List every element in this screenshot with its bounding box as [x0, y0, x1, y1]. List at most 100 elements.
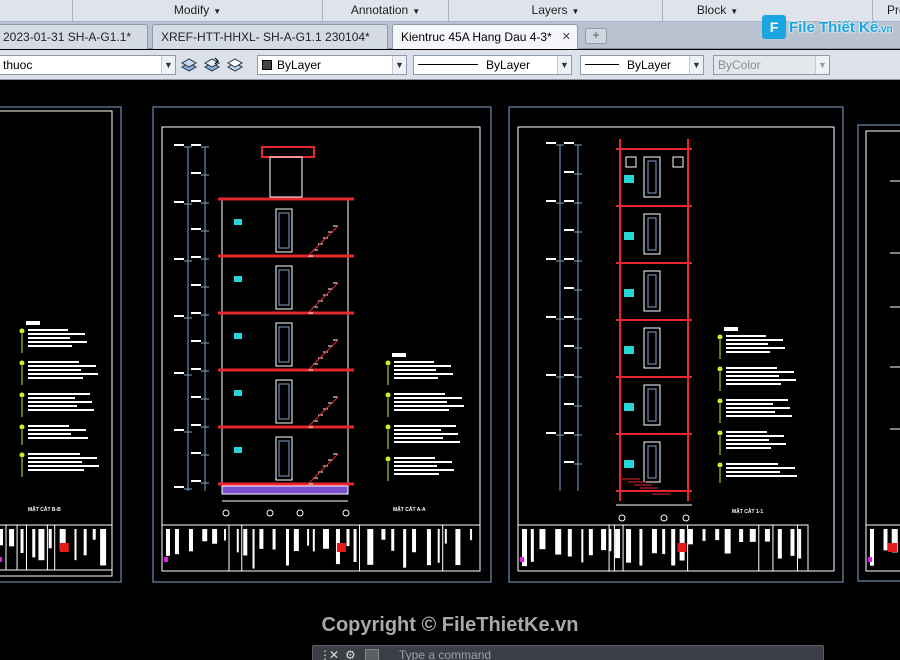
note-text	[28, 457, 97, 459]
title-block-text	[9, 529, 15, 547]
command-line[interactable]: ⋮ ✕ ⚙ Type a command	[312, 645, 824, 660]
title-block-text	[236, 529, 239, 553]
note-text	[28, 397, 75, 399]
note-text	[726, 379, 796, 381]
title-block-text	[48, 529, 52, 549]
note-text	[394, 433, 458, 435]
tab-drawing-2[interactable]: XREF-HTT-HHXL- SH-A-G1.1 230104*	[152, 24, 388, 49]
note-text	[726, 435, 784, 437]
dimension-text	[546, 258, 556, 260]
ribbon-panel-label: Annotation	[350, 3, 409, 17]
door	[643, 270, 661, 312]
note-marker	[19, 424, 25, 430]
ribbon-panel-layers[interactable]: Layers ▼	[448, 0, 662, 21]
title-block-text	[381, 529, 386, 540]
title-block-text	[615, 529, 621, 559]
note-text	[394, 429, 441, 431]
note-marker	[385, 360, 391, 366]
tab-label: Kientruc 45A Hang Dau 4-3*	[401, 30, 552, 44]
new-tab-button[interactable]: +	[585, 28, 607, 44]
layer-properties-icon[interactable]	[180, 56, 198, 74]
tab-label: 2023-01-31 SH-A-G1.1*	[3, 30, 132, 44]
tab-drawing-3[interactable]: Kientruc 45A Hang Dau 4-3* ✕	[392, 24, 578, 49]
note-marker	[19, 328, 25, 334]
drawing-canvas[interactable]: MẶT CẮT B-B MẶT CẮT A-A MẶT CẮT 1-1	[0, 81, 900, 660]
title-block-text	[412, 529, 417, 553]
command-input[interactable]: Type a command	[399, 648, 491, 660]
close-icon[interactable]: ✕	[562, 25, 571, 49]
settings-icon[interactable]: ⚙	[345, 648, 356, 660]
note-text	[28, 405, 77, 407]
title-block-text	[285, 529, 289, 566]
title-block-text	[739, 529, 744, 543]
note-text	[28, 329, 68, 331]
note-text	[726, 375, 779, 377]
chevron-down-icon: ▼	[689, 56, 703, 74]
ribbon-panel-block[interactable]: Block ▼	[662, 0, 772, 21]
lineweight-dropdown[interactable]: ByLayer ▼	[580, 55, 704, 75]
tab-label: XREF-HTT-HHXL- SH-A-G1.1 230104*	[161, 30, 370, 44]
note-text	[28, 373, 98, 375]
section-tag	[624, 403, 634, 411]
note-text	[726, 371, 794, 373]
note-text	[726, 335, 766, 337]
title-block-text	[212, 529, 218, 544]
title-block-text	[724, 529, 731, 554]
sheet-title: MẶT CẮT B-B	[28, 505, 61, 513]
note-text	[28, 409, 94, 411]
plus-icon: +	[592, 28, 600, 42]
title-block-text	[403, 529, 407, 568]
ribbon-panel-annotation[interactable]: Annotation ▼	[322, 0, 448, 21]
note-heading	[724, 327, 738, 331]
tab-drawing-1[interactable]: 2023-01-31 SH-A-G1.1*	[0, 24, 148, 49]
note-text	[394, 473, 439, 475]
note-text	[726, 411, 775, 413]
title-block-text	[293, 529, 299, 552]
drawing-frame	[161, 126, 481, 572]
note-text	[726, 431, 767, 433]
dimension-text	[191, 284, 201, 286]
door-panel	[647, 331, 657, 365]
title-block-text	[437, 529, 440, 563]
note-marker	[385, 392, 391, 398]
dimension-text	[174, 372, 184, 374]
note-text	[726, 439, 769, 441]
layer-dropdown[interactable]: thuoc ▼	[0, 55, 176, 75]
roof-parapet	[261, 146, 315, 158]
note-text	[394, 373, 453, 375]
title-block-text	[687, 529, 693, 545]
section-tag	[624, 460, 634, 468]
title-block-text	[252, 529, 255, 569]
chevron-down-icon: ▼	[412, 7, 421, 16]
note-text	[28, 365, 96, 367]
title-block-text	[92, 529, 96, 540]
linetype-dropdown[interactable]: ByLayer ▼	[413, 55, 572, 75]
dimension-text	[564, 432, 574, 434]
note-text	[394, 425, 456, 427]
dimension-text	[191, 144, 201, 146]
note-text	[394, 409, 449, 411]
note-text	[394, 441, 460, 443]
command-prompt-icon	[365, 649, 379, 660]
title-block-text	[83, 529, 87, 556]
note-text	[394, 465, 437, 467]
color-dropdown[interactable]: ByLayer ▼	[257, 55, 407, 75]
layer-previous-icon[interactable]	[226, 56, 244, 74]
section-tag	[234, 219, 242, 225]
layer-state-icon[interactable]	[203, 56, 221, 74]
ribbon-panel-modify[interactable]: Modify ▼	[72, 0, 322, 21]
dimension-text	[564, 142, 574, 144]
title-block-text	[639, 529, 643, 566]
title-block-text	[243, 529, 248, 556]
title-block-text	[0, 529, 3, 546]
section-tag	[624, 232, 634, 240]
color-swatch	[262, 60, 272, 70]
close-icon[interactable]: ✕	[329, 648, 339, 660]
door	[643, 156, 661, 198]
dimension-text	[191, 396, 201, 398]
title-block-text	[100, 529, 107, 566]
door-panel	[647, 217, 657, 251]
logo-mark-icon: F	[762, 15, 786, 39]
door	[275, 208, 293, 253]
dimension-text	[546, 432, 556, 434]
